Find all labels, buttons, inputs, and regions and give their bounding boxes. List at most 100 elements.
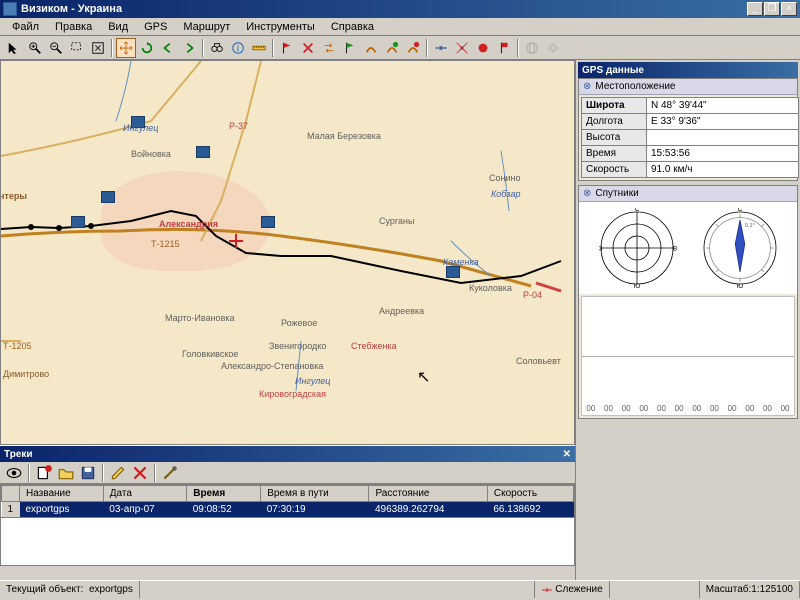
compass-gauge: С Ю 0.1°: [700, 208, 780, 288]
record-icon[interactable]: [473, 38, 493, 58]
map-label: Т-1215: [151, 239, 180, 249]
col-idx[interactable]: [2, 486, 20, 502]
maximize-button[interactable]: ❐: [764, 2, 780, 16]
map-roads: [1, 61, 574, 444]
menu-view[interactable]: Вид: [100, 21, 136, 33]
zoom-out-icon[interactable]: [46, 38, 66, 58]
map-label: Т-1205: [3, 341, 32, 351]
tracking-icon: [541, 584, 553, 596]
sat-sky-plot: С Ю З В: [597, 208, 677, 288]
col-name[interactable]: Название: [20, 486, 104, 502]
map-poi-icon[interactable]: [71, 216, 85, 228]
route-icon[interactable]: [361, 38, 381, 58]
map-label: Сонино: [489, 173, 520, 183]
app-icon: [3, 2, 17, 16]
flag-red-icon[interactable]: [277, 38, 297, 58]
satellite-icon[interactable]: [431, 38, 451, 58]
col-time[interactable]: Время: [187, 486, 261, 502]
axis-tick: 00: [692, 404, 701, 413]
status-tracking-label: Слежение: [555, 584, 602, 595]
map-label: Александро-Степановка: [221, 361, 323, 371]
status-empty: [610, 581, 700, 598]
toolbar-separator: [154, 464, 156, 482]
tracks-toolbar: [0, 462, 575, 484]
track-new-icon[interactable]: [34, 463, 54, 483]
swap-icon[interactable]: [319, 38, 339, 58]
track-edit-icon[interactable]: [108, 463, 128, 483]
minimize-button[interactable]: _: [747, 2, 763, 16]
globe-icon[interactable]: [522, 38, 542, 58]
map-label: Каменка: [443, 257, 479, 267]
collapse-icon[interactable]: ⊗: [583, 188, 591, 199]
table-row[interactable]: 1 exportgps 03-апр-07 09:08:52 07:30:19 …: [2, 502, 574, 518]
axis-tick: 00: [728, 404, 737, 413]
satellite-x-icon[interactable]: [452, 38, 472, 58]
ruler-icon[interactable]: [249, 38, 269, 58]
axis-tick: 00: [781, 404, 790, 413]
menu-edit[interactable]: Правка: [47, 21, 100, 33]
menu-file[interactable]: Файл: [4, 21, 47, 33]
collapse-icon[interactable]: ⊗: [583, 81, 591, 92]
map-label: Войновка: [131, 149, 171, 159]
tracks-table: Название Дата Время Время в пути Расстоя…: [0, 484, 575, 518]
track-delete-icon[interactable]: [130, 463, 150, 483]
time-value: 15:53:56: [647, 146, 799, 162]
speed-value: 91.0 км/ч: [647, 162, 799, 178]
menu-help[interactable]: Справка: [323, 21, 382, 33]
col-speed[interactable]: Скорость: [487, 486, 573, 502]
toolbar-separator: [272, 39, 274, 57]
col-date[interactable]: Дата: [103, 486, 186, 502]
gear-icon[interactable]: [543, 38, 563, 58]
zoom-fit-icon[interactable]: [88, 38, 108, 58]
col-duration[interactable]: Время в пути: [261, 486, 369, 502]
back-icon[interactable]: [158, 38, 178, 58]
refresh-icon[interactable]: [137, 38, 157, 58]
map-poi-icon[interactable]: [261, 216, 275, 228]
location-header[interactable]: ⊗ Местоположение: [579, 79, 797, 95]
zoom-in-icon[interactable]: [25, 38, 45, 58]
map-label: Ингулец: [295, 376, 330, 386]
pan-icon[interactable]: [116, 38, 136, 58]
menu-route[interactable]: Маршрут: [175, 21, 238, 33]
alt-value: [647, 130, 799, 146]
close-button[interactable]: ×: [781, 2, 797, 16]
cross-icon[interactable]: [298, 38, 318, 58]
eye-icon[interactable]: [4, 463, 24, 483]
col-distance[interactable]: Расстояние: [369, 486, 487, 502]
status-label: Текущий объект:: [6, 584, 83, 595]
info-icon[interactable]: i: [228, 38, 248, 58]
map-poi-icon[interactable]: [196, 146, 210, 158]
map-label: Марто-Ивановка: [165, 313, 235, 323]
track-open-icon[interactable]: [56, 463, 76, 483]
flag-small-icon[interactable]: [494, 38, 514, 58]
map-viewport[interactable]: ↖ нтеры Александрия Войновка Малая Берез…: [0, 60, 575, 445]
route-add-icon[interactable]: [382, 38, 402, 58]
lat-label: Широта: [582, 98, 647, 114]
map-poi-icon[interactable]: [101, 191, 115, 203]
tracks-close-icon[interactable]: ✕: [563, 449, 571, 460]
main-toolbar: i: [0, 36, 800, 60]
toolbar-separator: [202, 39, 204, 57]
flag-green-icon[interactable]: [340, 38, 360, 58]
axis-tick: 00: [675, 404, 684, 413]
map-poi-icon[interactable]: [446, 266, 460, 278]
forward-icon[interactable]: [179, 38, 199, 58]
map-label: Соловьевт: [516, 356, 561, 366]
pointer-icon[interactable]: [4, 38, 24, 58]
satellites-header[interactable]: ⊗ Спутники: [579, 186, 797, 202]
settings-icon[interactable]: [160, 463, 180, 483]
alt-label: Высота: [582, 130, 647, 146]
map-label: Звенигородко: [269, 341, 326, 351]
zoom-select-icon[interactable]: [67, 38, 87, 58]
tracks-panel: Треки ✕ Название: [0, 445, 575, 580]
track-save-icon[interactable]: [78, 463, 98, 483]
lon-value: E 33° 9'36": [647, 114, 799, 130]
toolbar-separator: [111, 39, 113, 57]
status-tracking[interactable]: Слежение: [535, 581, 610, 598]
binoculars-icon[interactable]: [207, 38, 227, 58]
route-del-icon[interactable]: [403, 38, 423, 58]
cell-name: exportgps: [20, 502, 104, 518]
menu-gps[interactable]: GPS: [136, 21, 175, 33]
menu-tools[interactable]: Инструменты: [238, 21, 323, 33]
cell-distance: 496389.262794: [369, 502, 487, 518]
